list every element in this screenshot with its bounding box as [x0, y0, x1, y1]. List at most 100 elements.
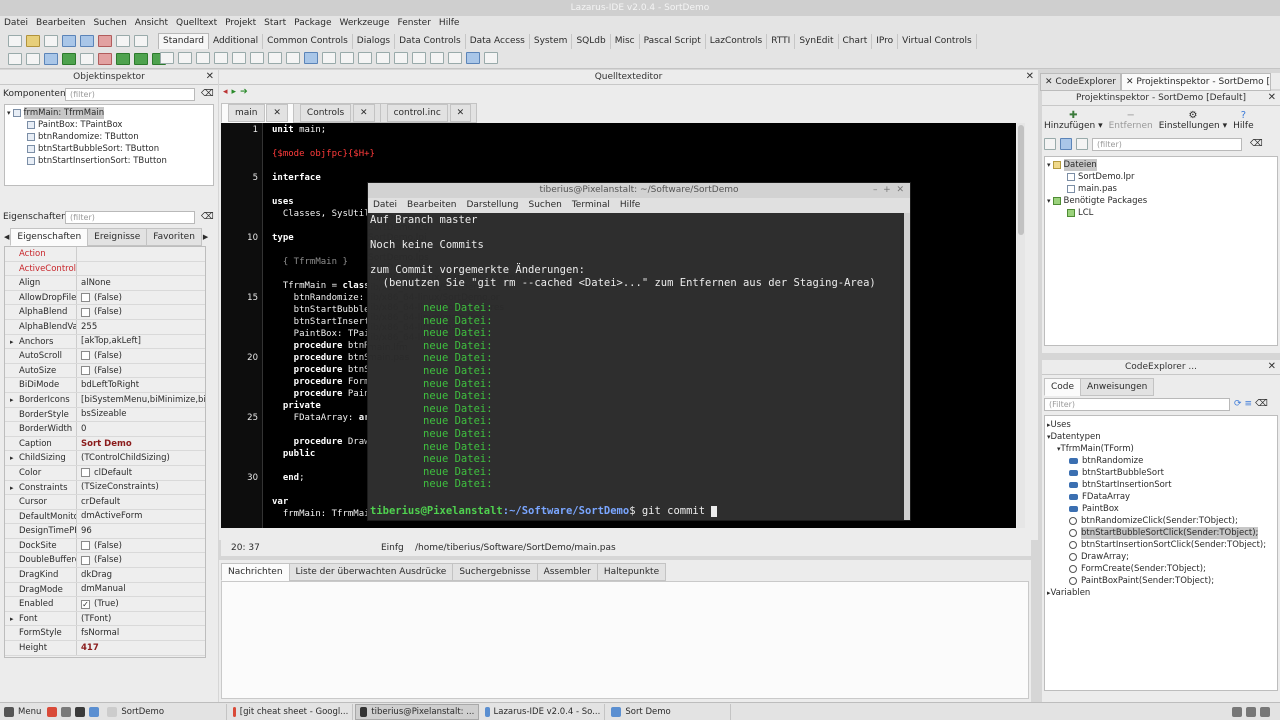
- desktop-icon[interactable]: [89, 706, 100, 717]
- tab-controls[interactable]: Controls ✕: [292, 103, 381, 123]
- terminal-scrollbar[interactable]: [904, 213, 910, 520]
- tab-main[interactable]: main ✕: [221, 103, 294, 123]
- close-file-icon[interactable]: [98, 35, 112, 47]
- tlistbox-icon[interactable]: [340, 52, 354, 64]
- terminal-menu-datei[interactable]: Datei: [368, 198, 402, 213]
- property-row[interactable]: FormStyle fsNormal: [5, 626, 205, 642]
- close-icon[interactable]: ✕: [353, 104, 375, 122]
- tcheckbox-icon[interactable]: [304, 52, 318, 64]
- tradiogroup-icon[interactable]: [412, 52, 426, 64]
- tab-assembler[interactable]: Assembler: [536, 563, 598, 581]
- close-icon[interactable]: ✕: [206, 70, 214, 84]
- tframe-icon[interactable]: [466, 52, 480, 64]
- code-explorer-node[interactable]: ▾ Datentypen: [1047, 431, 1275, 443]
- refresh-icon[interactable]: ⟳: [1234, 399, 1242, 409]
- tab-haltepunkte[interactable]: Haltepunkte: [596, 563, 667, 581]
- property-value[interactable]: 0: [77, 422, 205, 436]
- tab-lazcontrols[interactable]: LazControls: [706, 33, 768, 49]
- tab-codeexplorer[interactable]: ✕ CodeExplorer: [1040, 73, 1121, 91]
- property-row[interactable]: BiDiMode bdLeftToRight: [5, 378, 205, 393]
- property-value[interactable]: bdLeftToRight: [77, 378, 205, 392]
- tab-standard[interactable]: Standard: [158, 33, 209, 49]
- property-value[interactable]: dkDrag: [77, 568, 205, 582]
- close-icon[interactable]: ✕: [896, 185, 904, 195]
- menu-projekt[interactable]: Projekt: [221, 16, 260, 31]
- jump-back-icon[interactable]: ◂: [223, 87, 228, 97]
- expand-icon[interactable]: ▸: [10, 335, 14, 349]
- property-row[interactable]: AlphaBlendValue255: [5, 319, 205, 335]
- tab-common-controls[interactable]: Common Controls: [263, 33, 353, 49]
- property-row[interactable]: DragKind dkDrag: [5, 568, 205, 583]
- tab-scroll-right-icon[interactable]: ▶: [201, 229, 210, 245]
- checkbox-icon[interactable]: [81, 541, 90, 551]
- settings-button[interactable]: ⚙ Einstellungen ▾: [1159, 110, 1227, 131]
- tab-virtual-controls[interactable]: Virtual Controls: [898, 33, 977, 49]
- property-row[interactable]: Align alNone: [5, 276, 205, 291]
- menu-werkzeuge[interactable]: Werkzeuge: [335, 16, 393, 31]
- save-icon[interactable]: [62, 35, 76, 47]
- tree-node-sortdemo-lpr[interactable]: SortDemo.lpr: [1047, 171, 1275, 183]
- ttogglebox-icon[interactable]: [286, 52, 300, 64]
- property-row[interactable]: Color clDefault: [5, 465, 205, 481]
- minimize-icon[interactable]: –: [873, 185, 878, 195]
- property-value[interactable]: [77, 247, 205, 261]
- tree-item-btnstartinsertionsort[interactable]: btnStartInsertionSort: TButton: [7, 155, 211, 167]
- terminal-launcher-icon[interactable]: [75, 706, 86, 717]
- tree-item-frmmain[interactable]: ▾ frmMain: TfrmMain: [7, 107, 211, 119]
- tab-sqldb[interactable]: SQLdb: [572, 33, 611, 49]
- tlabel-icon[interactable]: [232, 52, 246, 64]
- property-value[interactable]: crDefault: [77, 495, 205, 509]
- save-all-icon[interactable]: [80, 35, 94, 47]
- tgroupbox-icon[interactable]: [394, 52, 408, 64]
- tab-misc[interactable]: Misc: [611, 33, 640, 49]
- volume-icon[interactable]: [1246, 706, 1256, 717]
- tab-favoriten[interactable]: Favoriten: [146, 228, 202, 246]
- property-row[interactable]: ▸ ChildSizing (TControlChildSizing): [5, 451, 205, 466]
- property-value[interactable]: dmManual: [77, 583, 205, 597]
- step-into-icon[interactable]: [116, 53, 130, 65]
- menu-bearbeiten[interactable]: Bearbeiten: [32, 16, 89, 31]
- expand-icon[interactable]: ▸: [10, 481, 14, 495]
- project-options-icon[interactable]: [134, 35, 148, 47]
- tmemo-icon[interactable]: [268, 52, 282, 64]
- tree-node-main-pas[interactable]: main.pas: [1047, 183, 1275, 195]
- property-row[interactable]: BorderStyle bsSizeable: [5, 407, 205, 423]
- code-explorer-filter-input[interactable]: (Filter): [1044, 397, 1230, 411]
- property-value[interactable]: (False): [77, 364, 205, 378]
- tab-projektinspektor[interactable]: ✕ Projektinspektor - SortDemo [Default]: [1120, 73, 1271, 91]
- property-value[interactable]: ✓ (True): [77, 597, 205, 611]
- property-value[interactable]: (TControlChildSizing): [77, 451, 205, 465]
- task-terminal[interactable]: tiberius@Pixelanstalt: ...: [355, 703, 480, 720]
- code-explorer-node[interactable]: ▸ Uses: [1047, 419, 1275, 431]
- tab-control-inc[interactable]: control.inc ✕: [379, 103, 478, 123]
- code-explorer-node[interactable]: btnRandomizeClick(Sender:TObject);: [1047, 515, 1275, 527]
- code-explorer-node[interactable]: ▾ TfrmMain(TForm): [1047, 443, 1275, 455]
- property-value[interactable]: [biSystemMenu,biMinimize,biMaximize]: [77, 393, 205, 407]
- property-value[interactable]: clDefault: [77, 466, 205, 480]
- property-value[interactable]: alNone: [77, 276, 205, 290]
- code-explorer-node[interactable]: btnStartInsertionSortClick(Sender:TObjec…: [1047, 539, 1275, 551]
- checkbox-icon[interactable]: [81, 351, 90, 361]
- jump-forward-icon[interactable]: ▸: [232, 87, 237, 97]
- clear-filter-icon[interactable]: ⌫: [201, 89, 214, 99]
- tab-ipro[interactable]: IPro: [872, 33, 899, 49]
- close-icon[interactable]: ✕: [1026, 70, 1034, 84]
- options-icon[interactable]: [1044, 138, 1056, 150]
- property-value[interactable]: Sort Demo: [77, 437, 205, 451]
- property-row[interactable]: ▸ Constraints (TSizeConstraints): [5, 480, 205, 496]
- chrome-icon[interactable]: [47, 706, 58, 717]
- close-icon[interactable]: ✕: [1126, 77, 1134, 87]
- checkbox-icon[interactable]: [81, 366, 90, 376]
- property-row[interactable]: ▸ Font (TFont): [5, 611, 205, 627]
- property-row[interactable]: AlphaBlend (False): [5, 305, 205, 320]
- task-sortdemo[interactable]: SortDemo: [103, 703, 228, 720]
- help-button[interactable]: ? Hilfe: [1233, 110, 1253, 131]
- code-explorer-node[interactable]: PaintBoxPaint(Sender:TObject);: [1047, 575, 1275, 587]
- tab-anweisungen[interactable]: Anweisungen: [1080, 377, 1155, 396]
- tree-item-btnrandomize[interactable]: btnRandomize: TButton: [7, 131, 211, 143]
- selection-arrow-icon[interactable]: [160, 52, 174, 64]
- code-explorer-node[interactable]: FormCreate(Sender:TObject);: [1047, 563, 1275, 575]
- tab-synedit[interactable]: SynEdit: [795, 33, 839, 49]
- tab-dialogs[interactable]: Dialogs: [353, 33, 396, 49]
- tab-rtti[interactable]: RTTI: [767, 33, 796, 49]
